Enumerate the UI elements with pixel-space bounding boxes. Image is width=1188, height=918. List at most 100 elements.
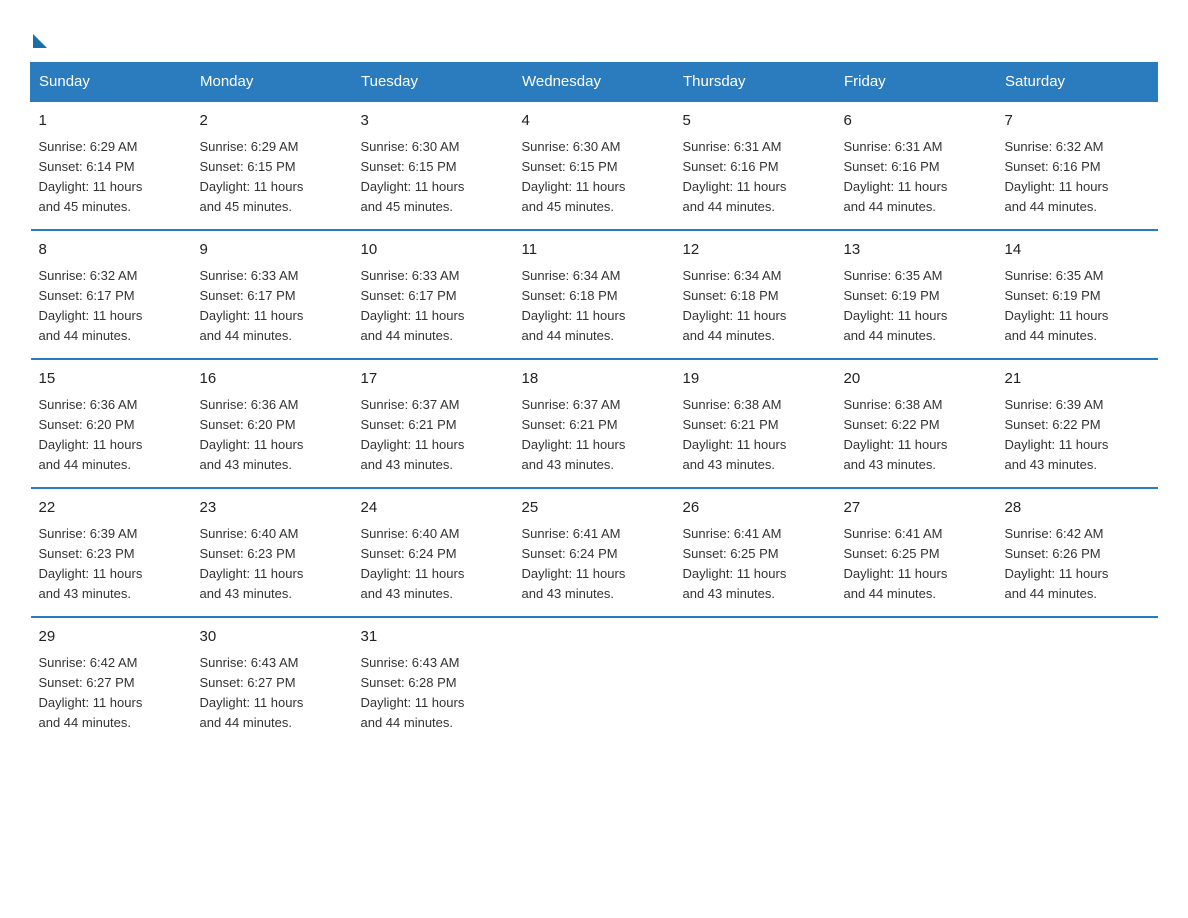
day-header-friday: Friday bbox=[836, 63, 997, 102]
day-number: 29 bbox=[39, 626, 184, 649]
day-info: Sunrise: 6:30 AM Sunset: 6:15 PM Dayligh… bbox=[522, 137, 667, 218]
day-header-tuesday: Tuesday bbox=[353, 63, 514, 102]
calendar-cell: 29 Sunrise: 6:42 AM Sunset: 6:27 PM Dayli… bbox=[31, 617, 192, 745]
logo bbox=[30, 30, 47, 44]
day-info: Sunrise: 6:29 AM Sunset: 6:15 PM Dayligh… bbox=[200, 137, 345, 218]
day-info: Sunrise: 6:40 AM Sunset: 6:24 PM Dayligh… bbox=[361, 524, 506, 605]
day-number: 23 bbox=[200, 497, 345, 520]
day-number: 15 bbox=[39, 368, 184, 391]
day-number: 16 bbox=[200, 368, 345, 391]
calendar-week-row: 15 Sunrise: 6:36 AM Sunset: 6:20 PM Dayli… bbox=[31, 359, 1158, 488]
page-header bbox=[30, 20, 1158, 44]
day-info: Sunrise: 6:30 AM Sunset: 6:15 PM Dayligh… bbox=[361, 137, 506, 218]
calendar-cell: 2 Sunrise: 6:29 AM Sunset: 6:15 PM Daylig… bbox=[192, 101, 353, 230]
logo-arrow-icon bbox=[33, 34, 47, 48]
day-info: Sunrise: 6:37 AM Sunset: 6:21 PM Dayligh… bbox=[522, 395, 667, 476]
day-number: 3 bbox=[361, 110, 506, 133]
day-info: Sunrise: 6:34 AM Sunset: 6:18 PM Dayligh… bbox=[683, 266, 828, 347]
day-info: Sunrise: 6:41 AM Sunset: 6:25 PM Dayligh… bbox=[683, 524, 828, 605]
day-number: 28 bbox=[1005, 497, 1150, 520]
day-info: Sunrise: 6:41 AM Sunset: 6:25 PM Dayligh… bbox=[844, 524, 989, 605]
calendar-cell: 23 Sunrise: 6:40 AM Sunset: 6:23 PM Dayli… bbox=[192, 488, 353, 617]
day-number: 25 bbox=[522, 497, 667, 520]
day-number: 14 bbox=[1005, 239, 1150, 262]
calendar-cell bbox=[675, 617, 836, 745]
day-number: 31 bbox=[361, 626, 506, 649]
day-number: 5 bbox=[683, 110, 828, 133]
calendar-week-row: 1 Sunrise: 6:29 AM Sunset: 6:14 PM Daylig… bbox=[31, 101, 1158, 230]
day-info: Sunrise: 6:36 AM Sunset: 6:20 PM Dayligh… bbox=[39, 395, 184, 476]
day-info: Sunrise: 6:33 AM Sunset: 6:17 PM Dayligh… bbox=[200, 266, 345, 347]
day-number: 4 bbox=[522, 110, 667, 133]
day-header-sunday: Sunday bbox=[31, 63, 192, 102]
day-header-wednesday: Wednesday bbox=[514, 63, 675, 102]
calendar-week-row: 22Sunrise: 6:39 AM Sunset: 6:23 PM Dayli… bbox=[31, 488, 1158, 617]
day-number: 6 bbox=[844, 110, 989, 133]
calendar-cell: 6 Sunrise: 6:31 AM Sunset: 6:16 PM Daylig… bbox=[836, 101, 997, 230]
calendar-cell: 10Sunrise: 6:33 AM Sunset: 6:17 PM Dayli… bbox=[353, 230, 514, 359]
day-info: Sunrise: 6:34 AM Sunset: 6:18 PM Dayligh… bbox=[522, 266, 667, 347]
day-header-saturday: Saturday bbox=[997, 63, 1158, 102]
day-header-monday: Monday bbox=[192, 63, 353, 102]
day-number: 21 bbox=[1005, 368, 1150, 391]
day-number: 1 bbox=[39, 110, 184, 133]
day-number: 20 bbox=[844, 368, 989, 391]
day-info: Sunrise: 6:31 AM Sunset: 6:16 PM Dayligh… bbox=[683, 137, 828, 218]
calendar-cell: 7 Sunrise: 6:32 AM Sunset: 6:16 PM Daylig… bbox=[997, 101, 1158, 230]
calendar-cell: 9 Sunrise: 6:33 AM Sunset: 6:17 PM Daylig… bbox=[192, 230, 353, 359]
calendar-cell: 8Sunrise: 6:32 AM Sunset: 6:17 PM Daylig… bbox=[31, 230, 192, 359]
calendar-cell: 31 Sunrise: 6:43 AM Sunset: 6:28 PM Dayli… bbox=[353, 617, 514, 745]
day-info: Sunrise: 6:29 AM Sunset: 6:14 PM Dayligh… bbox=[39, 137, 184, 218]
calendar-cell: 14Sunrise: 6:35 AM Sunset: 6:19 PM Dayli… bbox=[997, 230, 1158, 359]
day-number: 12 bbox=[683, 239, 828, 262]
day-number: 9 bbox=[200, 239, 345, 262]
day-info: Sunrise: 6:38 AM Sunset: 6:21 PM Dayligh… bbox=[683, 395, 828, 476]
calendar-cell: 1 Sunrise: 6:29 AM Sunset: 6:14 PM Daylig… bbox=[31, 101, 192, 230]
calendar-cell: 20 Sunrise: 6:38 AM Sunset: 6:22 PM Dayli… bbox=[836, 359, 997, 488]
day-number: 27 bbox=[844, 497, 989, 520]
day-info: Sunrise: 6:32 AM Sunset: 6:17 PM Dayligh… bbox=[39, 266, 184, 347]
calendar-cell: 15 Sunrise: 6:36 AM Sunset: 6:20 PM Dayli… bbox=[31, 359, 192, 488]
calendar-cell: 5 Sunrise: 6:31 AM Sunset: 6:16 PM Daylig… bbox=[675, 101, 836, 230]
day-info: Sunrise: 6:42 AM Sunset: 6:26 PM Dayligh… bbox=[1005, 524, 1150, 605]
calendar-cell: 13 Sunrise: 6:35 AM Sunset: 6:19 PM Dayli… bbox=[836, 230, 997, 359]
day-header-thursday: Thursday bbox=[675, 63, 836, 102]
calendar-header-row: SundayMondayTuesdayWednesdayThursdayFrid… bbox=[31, 63, 1158, 102]
day-info: Sunrise: 6:40 AM Sunset: 6:23 PM Dayligh… bbox=[200, 524, 345, 605]
day-info: Sunrise: 6:37 AM Sunset: 6:21 PM Dayligh… bbox=[361, 395, 506, 476]
day-number: 26 bbox=[683, 497, 828, 520]
day-info: Sunrise: 6:39 AM Sunset: 6:23 PM Dayligh… bbox=[39, 524, 184, 605]
calendar-cell: 3 Sunrise: 6:30 AM Sunset: 6:15 PM Daylig… bbox=[353, 101, 514, 230]
calendar-cell: 4 Sunrise: 6:30 AM Sunset: 6:15 PM Daylig… bbox=[514, 101, 675, 230]
day-info: Sunrise: 6:41 AM Sunset: 6:24 PM Dayligh… bbox=[522, 524, 667, 605]
day-number: 11 bbox=[522, 239, 667, 262]
day-number: 18 bbox=[522, 368, 667, 391]
day-number: 10 bbox=[361, 239, 506, 262]
calendar-cell: 17Sunrise: 6:37 AM Sunset: 6:21 PM Dayli… bbox=[353, 359, 514, 488]
day-info: Sunrise: 6:32 AM Sunset: 6:16 PM Dayligh… bbox=[1005, 137, 1150, 218]
day-number: 24 bbox=[361, 497, 506, 520]
day-info: Sunrise: 6:42 AM Sunset: 6:27 PM Dayligh… bbox=[39, 653, 184, 734]
day-info: Sunrise: 6:35 AM Sunset: 6:19 PM Dayligh… bbox=[844, 266, 989, 347]
calendar-cell: 18 Sunrise: 6:37 AM Sunset: 6:21 PM Dayli… bbox=[514, 359, 675, 488]
day-info: Sunrise: 6:43 AM Sunset: 6:27 PM Dayligh… bbox=[200, 653, 345, 734]
day-number: 7 bbox=[1005, 110, 1150, 133]
day-info: Sunrise: 6:43 AM Sunset: 6:28 PM Dayligh… bbox=[361, 653, 506, 734]
calendar-cell: 28 Sunrise: 6:42 AM Sunset: 6:26 PM Dayli… bbox=[997, 488, 1158, 617]
day-info: Sunrise: 6:39 AM Sunset: 6:22 PM Dayligh… bbox=[1005, 395, 1150, 476]
calendar-cell: 11 Sunrise: 6:34 AM Sunset: 6:18 PM Dayli… bbox=[514, 230, 675, 359]
calendar-cell: 12 Sunrise: 6:34 AM Sunset: 6:18 PM Dayli… bbox=[675, 230, 836, 359]
calendar-cell: 16Sunrise: 6:36 AM Sunset: 6:20 PM Dayli… bbox=[192, 359, 353, 488]
calendar-cell bbox=[836, 617, 997, 745]
calendar-cell: 26 Sunrise: 6:41 AM Sunset: 6:25 PM Dayli… bbox=[675, 488, 836, 617]
day-number: 2 bbox=[200, 110, 345, 133]
calendar-cell: 25 Sunrise: 6:41 AM Sunset: 6:24 PM Dayli… bbox=[514, 488, 675, 617]
calendar-cell: 30Sunrise: 6:43 AM Sunset: 6:27 PM Dayli… bbox=[192, 617, 353, 745]
calendar-cell: 24 Sunrise: 6:40 AM Sunset: 6:24 PM Dayli… bbox=[353, 488, 514, 617]
day-number: 19 bbox=[683, 368, 828, 391]
day-info: Sunrise: 6:31 AM Sunset: 6:16 PM Dayligh… bbox=[844, 137, 989, 218]
calendar-week-row: 29 Sunrise: 6:42 AM Sunset: 6:27 PM Dayli… bbox=[31, 617, 1158, 745]
calendar-week-row: 8Sunrise: 6:32 AM Sunset: 6:17 PM Daylig… bbox=[31, 230, 1158, 359]
day-info: Sunrise: 6:38 AM Sunset: 6:22 PM Dayligh… bbox=[844, 395, 989, 476]
day-number: 13 bbox=[844, 239, 989, 262]
